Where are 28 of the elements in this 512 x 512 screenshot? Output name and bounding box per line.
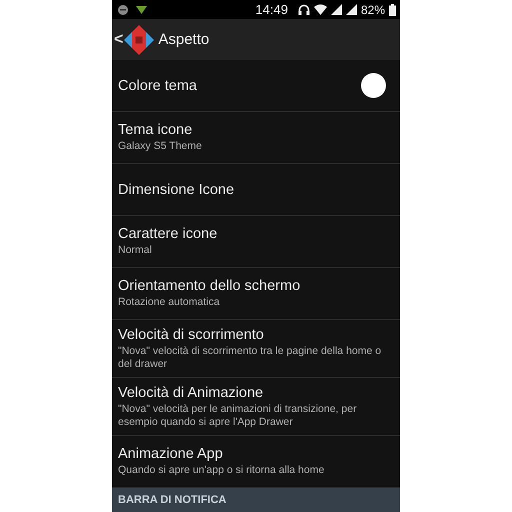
setting-title: Animazione App [118,446,224,462]
signal-icon [330,4,342,16]
setting-title: Tema icone [118,122,194,138]
headphones-icon [298,4,310,16]
setting-summary: Rotazione automatica [118,296,221,309]
setting-summary: Quando si apre un'app o si ritorna alla home [118,464,326,477]
setting-title: Carattere icone [118,226,218,242]
setting-summary: "Nova" velocità per le animazioni di transizione, per esempio quando si apre l'App Drawer [118,402,358,428]
setting-title: Velocità di Animazione [118,384,264,400]
wifi-icon [314,4,327,16]
section-header: BARRA DI NOTIFICA [112,488,400,512]
color-swatch[interactable] [361,73,386,98]
download-icon [136,6,147,14]
app-logo-icon [124,24,154,55]
setting-title: Orientamento dello schermo [118,278,302,294]
battery-icon [389,4,396,16]
setting-title: Colore tema [118,78,198,94]
signal-icon [346,4,357,16]
setting-summary: "Nova" velocità di scorrimento tra le pagine della home o del drawer [118,344,382,370]
setting-summary: Normal [118,244,153,257]
back-button[interactable]: < [114,30,124,49]
clock: 14:49 [255,2,288,18]
setting-summary: Galaxy S5 Theme [118,140,203,153]
notification-icon [118,4,128,15]
screen-title: Aspetto [158,31,210,48]
battery-percentage: 82% [360,2,385,17]
setting-title: Velocità di scorrimento [118,326,265,342]
setting-title: Dimensione Icone [118,182,236,198]
